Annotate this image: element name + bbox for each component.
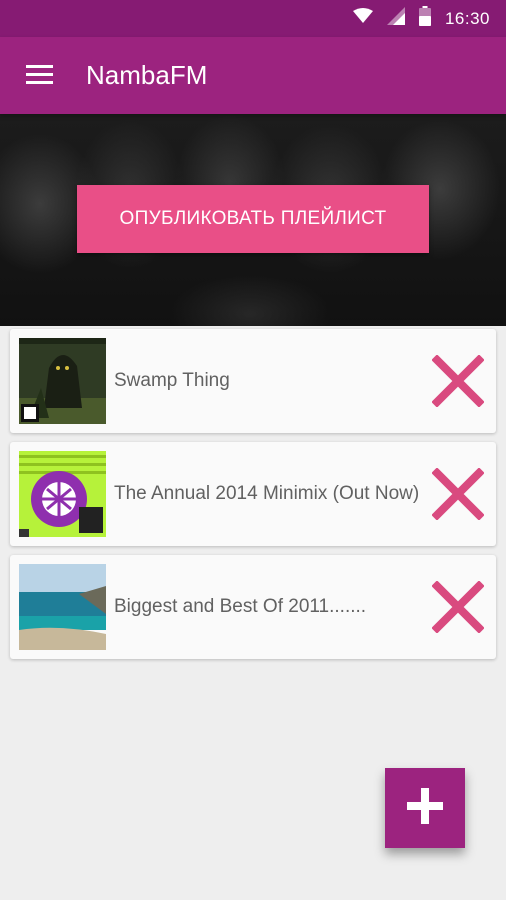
list-item[interactable]: Swamp Thing	[10, 329, 496, 433]
status-bar: 16:30	[0, 0, 506, 37]
list-item[interactable]: Biggest and Best Of 2011.......	[10, 555, 496, 659]
add-track-button[interactable]	[385, 768, 465, 848]
album-art-swamp-thing	[19, 338, 106, 424]
album-art-seaside	[19, 564, 106, 650]
battery-icon	[418, 6, 431, 31]
close-icon[interactable]	[431, 580, 485, 634]
hero-banner: ОПУБЛИКОВАТЬ ПЛЕЙЛИСТ	[0, 114, 506, 326]
app-bar: NambaFM	[0, 37, 506, 114]
status-time: 16:30	[444, 8, 490, 28]
hamburger-menu-icon[interactable]	[26, 65, 53, 85]
track-title: Swamp Thing	[114, 370, 230, 391]
list-item[interactable]: The Annual 2014 Minimix (Out Now)	[10, 442, 496, 546]
track-title: The Annual 2014 Minimix (Out Now)	[114, 483, 420, 504]
publish-playlist-button[interactable]: ОПУБЛИКОВАТЬ ПЛЕЙЛИСТ	[77, 185, 429, 253]
close-icon[interactable]	[431, 467, 485, 521]
album-art-ministry-of-sound	[19, 451, 106, 537]
app-title: NambaFM	[86, 60, 208, 90]
close-icon[interactable]	[431, 354, 485, 408]
cell-signal-icon	[386, 7, 405, 30]
plus-icon	[407, 787, 443, 829]
wifi-icon	[352, 8, 373, 29]
track-title: Biggest and Best Of 2011.......	[114, 596, 367, 617]
status-icons: 16:30	[352, 0, 490, 37]
playlist: Swamp Thing The Annual 2014 Minimix (Out…	[10, 329, 496, 668]
